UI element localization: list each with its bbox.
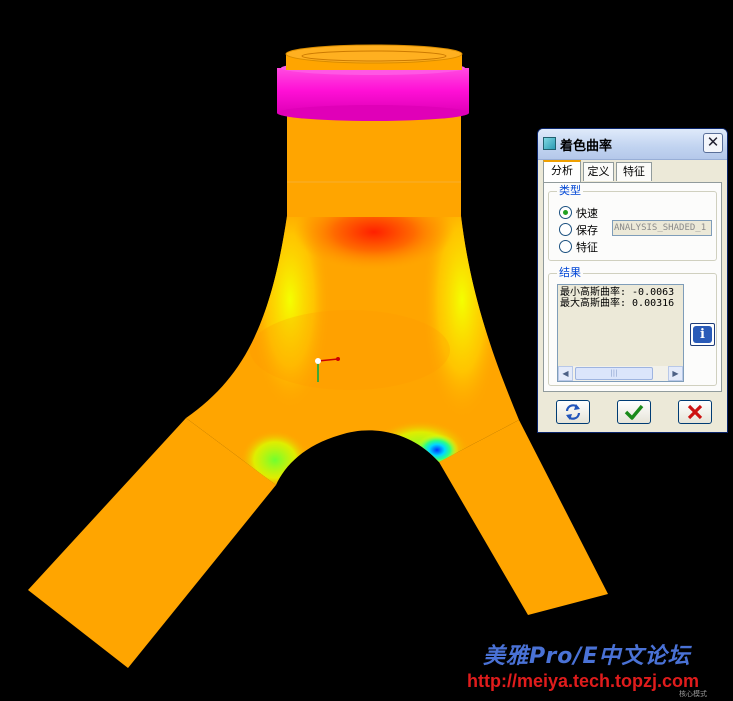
repeat-button[interactable]	[556, 400, 590, 424]
close-icon[interactable]: ✕	[703, 133, 723, 153]
analysis-tab-panel: 类型 快速 保存 特征 ANALYSIS_SHADED_1 结果 最小高斯曲率:…	[543, 182, 722, 392]
curvature-shading	[240, 216, 502, 485]
tab-analysis[interactable]: 分析	[543, 160, 581, 182]
ok-button[interactable]	[617, 400, 651, 424]
scroll-left-icon[interactable]: ◀	[558, 366, 573, 381]
radio-save-button[interactable]	[559, 223, 572, 236]
radio-feature[interactable]: 特征	[559, 240, 598, 254]
max-gaussian-curvature: 最大高斯曲率: 0.00316	[560, 298, 675, 309]
type-group-label: 类型	[557, 184, 583, 197]
upper-pipe	[287, 115, 461, 217]
right-leg	[439, 420, 608, 615]
radio-quick[interactable]: 快速	[559, 206, 598, 220]
watermark-url: http://meiya.tech.topzj.com	[467, 671, 700, 691]
results-group: 结果 最小高斯曲率: -0.0063 最大高斯曲率: 0.00316 ◀ |||…	[548, 267, 717, 386]
dialog-titlebar[interactable]: 着色曲率 ✕	[538, 129, 727, 160]
shaded-curvature-dialog: 着色曲率 ✕ 分析 定义 特征 类型 快速 保存 特征 ANALYSIS_SHA…	[537, 128, 728, 433]
results-list[interactable]: 最小高斯曲率: -0.0063 最大高斯曲率: 0.00316 ◀ ||| ▶	[557, 284, 684, 382]
results-group-label: 结果	[557, 266, 583, 279]
pipe-opening	[285, 44, 463, 64]
radio-feature-label: 特征	[576, 241, 598, 254]
radio-quick-label: 快速	[576, 207, 598, 220]
radio-feature-button[interactable]	[559, 240, 572, 253]
dialog-title: 着色曲率	[560, 139, 613, 154]
dialog-app-icon	[543, 137, 556, 150]
repeat-icon	[565, 404, 581, 420]
watermark-small-text: 核心模式	[679, 690, 707, 698]
radio-save[interactable]: 保存	[559, 223, 598, 237]
scroll-right-icon[interactable]: ▶	[668, 366, 683, 381]
info-button[interactable]: i	[690, 323, 715, 346]
info-icon: i	[693, 326, 712, 343]
radio-quick-button[interactable]	[559, 206, 572, 219]
results-horizontal-scrollbar[interactable]: ◀ ||| ▶	[558, 366, 683, 381]
cancel-button[interactable]	[678, 400, 712, 424]
type-group: 类型 快速 保存 特征 ANALYSIS_SHADED_1	[548, 185, 717, 261]
watermark-title: 美雅Pro/E中文论坛	[483, 644, 691, 669]
x-icon	[687, 404, 703, 420]
scroll-thumb[interactable]: |||	[575, 367, 653, 380]
save-name-field[interactable]: ANALYSIS_SHADED_1	[612, 220, 712, 236]
checkmark-icon	[624, 404, 644, 420]
radio-save-label: 保存	[576, 224, 598, 237]
tab-feature[interactable]: 特征	[616, 162, 652, 181]
tab-definition[interactable]: 定义	[583, 162, 614, 181]
